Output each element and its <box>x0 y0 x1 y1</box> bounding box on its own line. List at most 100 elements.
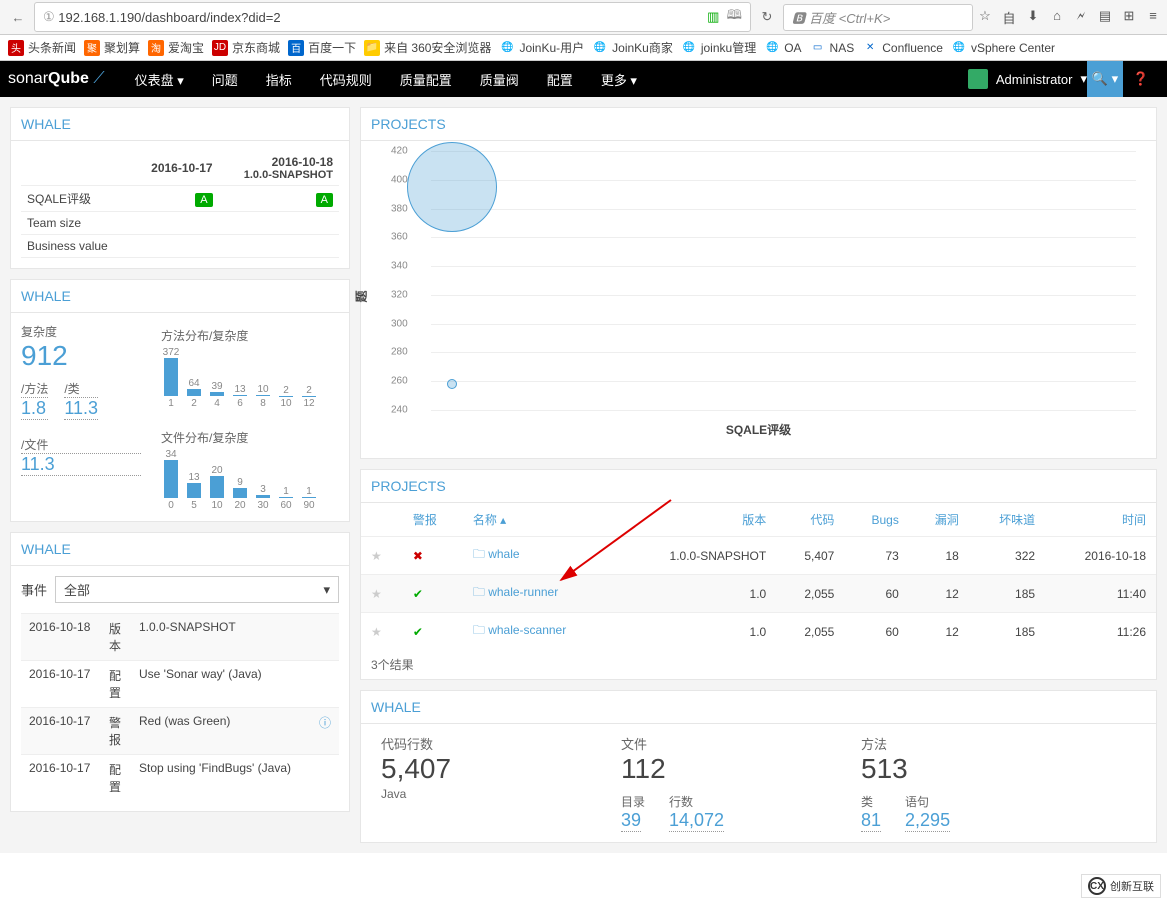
reload-button[interactable]: ↻ <box>755 5 779 29</box>
col-loc[interactable]: 代码 <box>776 503 844 537</box>
sync-icon[interactable]: 🗲 <box>1073 8 1089 27</box>
star-icon[interactable]: ☆ <box>977 8 993 27</box>
nav-admin[interactable]: 配置 <box>533 62 587 97</box>
star-icon[interactable]: ★ <box>371 549 382 563</box>
project-link[interactable]: whale <box>488 547 519 561</box>
browser-search[interactable]: 🅱 百度 <Ctrl+K> <box>783 4 973 31</box>
methods-label: 方法 <box>861 734 950 753</box>
bookmark-item[interactable]: 🌐joinku管理 <box>681 39 756 56</box>
reader-icon[interactable]: 🕮 <box>727 6 742 28</box>
col-alert[interactable]: 警报 <box>403 503 463 537</box>
y-axis-label: 题 <box>353 290 370 302</box>
url-bar[interactable]: ① 192.168.1.190/dashboard/index?did=2 ▥ … <box>34 2 751 32</box>
bookmark-item[interactable]: 🌐JoinKu商家 <box>592 39 673 56</box>
bookmark-item[interactable]: 🌐vSphere Center <box>951 40 1055 56</box>
bar-column[interactable]: 372 <box>161 347 181 396</box>
bar-column[interactable]: 34 <box>161 449 181 498</box>
bookmark-item[interactable]: 聚聚划算 <box>84 39 140 56</box>
menu-icon[interactable]: ≡ <box>1145 8 1161 27</box>
windows-icon[interactable]: ⊞ <box>1121 8 1137 27</box>
bar-column[interactable]: 64 <box>184 378 204 396</box>
results-count: 3个结果 <box>361 650 1156 679</box>
col-time[interactable]: 时间 <box>1045 503 1156 537</box>
bookmark-item[interactable]: 🌐OA <box>764 40 801 56</box>
help-button[interactable]: ❓ <box>1123 71 1159 87</box>
col-smell[interactable]: 坏味道 <box>969 503 1045 537</box>
bubble[interactable] <box>447 379 457 389</box>
bookmark-item[interactable]: 百百度一下 <box>288 39 356 56</box>
sonarqube-logo[interactable]: sonarQube ⟋ <box>8 70 121 88</box>
per-class-value[interactable]: 11.3 <box>64 398 98 420</box>
bookmark-label: 聚划算 <box>104 39 140 56</box>
col-version[interactable]: 版本 <box>617 503 776 537</box>
bar-column[interactable]: 9 <box>230 477 250 498</box>
loc-label: 代码行数 <box>381 734 581 753</box>
search-button[interactable]: 🔍 ▾ <box>1087 61 1123 97</box>
user-menu[interactable]: Administrator ▾ <box>968 69 1087 89</box>
complexity-value[interactable]: 912 <box>21 340 141 372</box>
bookmark-item[interactable]: 🌐JoinKu-用户 <box>499 39 584 56</box>
projects-chart-panel: PROJECTS 题 24026028030032034036038040042… <box>360 107 1157 459</box>
self-icon[interactable]: 自 <box>1001 8 1017 27</box>
project-row[interactable]: ★ ✔ 🗀 whale-runner 1.02,055601218511:40 <box>361 575 1156 613</box>
bar-column[interactable]: 1 <box>276 486 296 498</box>
panel-icon[interactable]: ▤ <box>1097 8 1113 27</box>
col-vuln[interactable]: 漏洞 <box>909 503 969 537</box>
bookmark-label: 京东商城 <box>232 39 280 56</box>
nav-issues[interactable]: 问题 <box>198 62 252 97</box>
sonarqube-header: sonarQube ⟋ 仪表盘 ▾ 问题 指标 代码规则 质量配置 质量阀 配置… <box>0 61 1167 97</box>
bookmark-item[interactable]: ✕Confluence <box>862 40 943 56</box>
bookmark-item[interactable]: 头头条新闻 <box>8 39 76 56</box>
nav-more[interactable]: 更多 ▾ <box>587 62 651 97</box>
bar-column[interactable]: 20 <box>207 465 227 498</box>
col-bugs[interactable]: Bugs <box>844 503 909 537</box>
lines-value[interactable]: 14,072 <box>669 810 724 832</box>
project-link[interactable]: whale-scanner <box>488 623 566 637</box>
nav-measures[interactable]: 指标 <box>252 62 306 97</box>
star-icon[interactable]: ★ <box>371 587 382 601</box>
nas-icon: ▭ <box>810 40 826 56</box>
bookmark-item[interactable]: JD京东商城 <box>212 39 280 56</box>
bar-column[interactable]: 2 <box>276 385 296 396</box>
bookmark-icon: 头 <box>8 40 24 56</box>
watermark-logo-icon: CX <box>1088 877 1106 895</box>
nav-dashboard[interactable]: 仪表盘 ▾ <box>121 62 198 97</box>
col-name[interactable]: 名称 ▴ <box>463 503 617 537</box>
bar-column[interactable]: 2 <box>299 385 319 396</box>
nav-gates[interactable]: 质量阀 <box>466 62 533 97</box>
download-icon[interactable]: ⬇ <box>1025 8 1041 27</box>
bubble[interactable] <box>407 142 497 232</box>
globe-icon: 🌐 <box>681 40 697 56</box>
per-method-value[interactable]: 1.8 <box>21 398 48 420</box>
bookmark-item[interactable]: 淘爱淘宝 <box>148 39 204 56</box>
project-row[interactable]: ★ ✖ 🗀 whale 1.0.0-SNAPSHOT5,407731832220… <box>361 537 1156 575</box>
globe-icon: 🌐 <box>951 40 967 56</box>
bar-column[interactable]: 3 <box>253 484 273 498</box>
bar-column[interactable]: 10 <box>253 384 273 396</box>
project-link[interactable]: whale-runner <box>488 585 558 599</box>
bookmark-item[interactable]: ▭NAS <box>810 40 855 56</box>
shield-icon[interactable]: ▥ <box>707 9 719 25</box>
nav-rules[interactable]: 代码规则 <box>306 62 386 97</box>
back-button[interactable]: ← <box>6 5 30 29</box>
home-icon[interactable]: ⌂ <box>1049 8 1065 27</box>
bar-column[interactable]: 13 <box>230 384 250 396</box>
star-icon[interactable]: ★ <box>371 625 382 639</box>
panel-title: PROJECTS <box>361 470 1156 503</box>
nav-profiles[interactable]: 质量配置 <box>386 62 466 97</box>
event-filter-select[interactable]: 全部▾ <box>55 576 339 603</box>
bookmark-label: 来自 360安全浏览器 <box>384 39 491 56</box>
dirs-value[interactable]: 39 <box>621 810 641 832</box>
bar-column[interactable]: 1 <box>299 486 319 498</box>
bookmark-item[interactable]: 📁来自 360安全浏览器 <box>364 39 491 56</box>
per-file-value[interactable]: 11.3 <box>21 454 141 476</box>
browser-icons: ☆ 自 ⬇ ⌂ 🗲 ▤ ⊞ ≡ <box>977 8 1161 27</box>
stmts-value[interactable]: 2,295 <box>905 810 950 832</box>
bar-column[interactable]: 13 <box>184 472 204 498</box>
bar-column[interactable]: 39 <box>207 381 227 396</box>
per-file-label: /文件 <box>21 436 141 454</box>
classes-value[interactable]: 81 <box>861 810 881 832</box>
bubble-chart[interactable]: 240260280300320340360380400420 <box>431 151 1136 411</box>
row-label: SQALE评级 <box>21 186 131 212</box>
project-row[interactable]: ★ ✔ 🗀 whale-scanner 1.02,055601218511:26 <box>361 613 1156 651</box>
